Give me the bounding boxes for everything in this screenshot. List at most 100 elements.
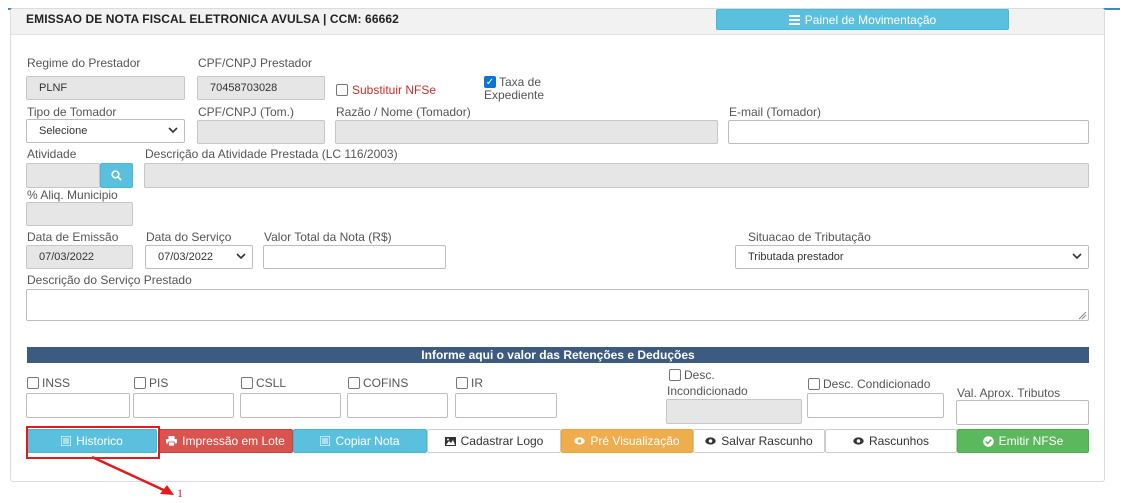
desc-incond-label-1: Desc. bbox=[684, 368, 715, 382]
cpf-prestador-label: CPF/CNPJ Prestador bbox=[198, 56, 313, 70]
inss-option[interactable]: INSS bbox=[27, 376, 70, 390]
val-aprox-label: Val. Aprox. Tributos bbox=[957, 386, 1061, 400]
inss-label: INSS bbox=[42, 376, 71, 390]
annotation-number: 1 bbox=[177, 486, 183, 500]
salvar-rascunho-button[interactable]: Salvar Rascunho bbox=[693, 429, 825, 453]
cadastrar-logo-button[interactable]: Cadastrar Logo bbox=[427, 429, 561, 453]
data-emissao-label: Data de Emissão bbox=[27, 230, 119, 244]
descricao-atividade-field[interactable] bbox=[144, 163, 1089, 188]
regime-value: PLNF bbox=[39, 82, 68, 94]
tipo-tomador-label: Tipo de Tomador bbox=[27, 105, 117, 119]
image-icon bbox=[444, 436, 456, 446]
desc-incond-label-2: Incondicionado bbox=[667, 384, 748, 398]
chevron-down-icon bbox=[1072, 251, 1082, 263]
chevron-down-icon bbox=[168, 125, 178, 137]
cofins-option[interactable]: COFINS bbox=[348, 376, 408, 390]
cofins-label: COFINS bbox=[363, 376, 409, 390]
retencoes-title: Informe aqui o valor das Retenções e Ded… bbox=[421, 348, 695, 362]
cpf-prestador-field[interactable]: 70458703028 bbox=[197, 76, 325, 100]
pis-field[interactable] bbox=[133, 393, 234, 418]
copiar-nota-button[interactable]: Copiar Nota bbox=[293, 429, 427, 453]
substituir-label: Substituir NFSe bbox=[352, 83, 437, 97]
atividade-label: Atividade bbox=[27, 147, 77, 161]
inss-field[interactable] bbox=[26, 393, 130, 418]
emitir-nfse-label: Emitir NFSe bbox=[998, 434, 1064, 448]
pis-label: PIS bbox=[149, 376, 169, 390]
cpf-tomador-field[interactable] bbox=[197, 120, 325, 144]
page-title: EMISSAO DE NOTA FISCAL ELETRONICA AVULSA… bbox=[26, 12, 399, 26]
data-servico-value: 07/03/2022 bbox=[158, 251, 214, 263]
data-emissao-value: 07/03/2022 bbox=[39, 251, 95, 263]
annotation-arrow-icon bbox=[91, 455, 174, 495]
ir-option[interactable]: IR bbox=[456, 376, 483, 390]
search-icon bbox=[111, 170, 122, 181]
situacao-value: Tributada prestador bbox=[748, 251, 844, 263]
email-field[interactable] bbox=[728, 120, 1089, 144]
resize-handle-icon[interactable] bbox=[1078, 309, 1087, 323]
tipo-tomador-select[interactable]: Selecione bbox=[26, 119, 185, 143]
aliq-label: % Aliq. Municipio bbox=[27, 188, 118, 202]
val-aprox-field[interactable] bbox=[956, 400, 1089, 425]
csll-option[interactable]: CSLL bbox=[241, 376, 286, 390]
pre-visualizacao-label: Pré Visualização bbox=[590, 434, 680, 448]
taxa-label-2: Expediente bbox=[484, 88, 545, 102]
taxa-checkbox-checked[interactable]: ✓ bbox=[484, 76, 496, 88]
copiar-nota-label: Copiar Nota bbox=[335, 434, 400, 448]
email-label: E-mail (Tomador) bbox=[729, 105, 822, 119]
atividade-search-button[interactable] bbox=[100, 163, 133, 188]
razao-label: Razão / Nome (Tomador) bbox=[336, 105, 471, 119]
substituir-checkbox[interactable] bbox=[336, 84, 348, 96]
csll-checkbox[interactable] bbox=[241, 377, 253, 389]
desc-incondicionado-checkbox[interactable] bbox=[669, 369, 681, 381]
rascunhos-button[interactable]: Rascunhos bbox=[825, 429, 957, 453]
cofins-checkbox[interactable] bbox=[348, 377, 360, 389]
cofins-field[interactable] bbox=[347, 393, 448, 418]
cpf-prestador-value: 70458703028 bbox=[210, 82, 278, 94]
ir-checkbox[interactable] bbox=[456, 377, 468, 389]
desc-incondicionado-field[interactable] bbox=[666, 399, 802, 424]
eye-icon bbox=[853, 437, 864, 445]
impressao-lote-label: Impressão em Lote bbox=[182, 434, 285, 448]
situacao-label: Situacao de Tributação bbox=[748, 230, 871, 244]
pis-option[interactable]: PIS bbox=[134, 376, 168, 390]
csll-field[interactable] bbox=[240, 393, 341, 418]
eye-icon bbox=[705, 437, 716, 445]
list-icon bbox=[788, 14, 800, 25]
tipo-tomador-value: Selecione bbox=[39, 125, 88, 137]
valor-total-label: Valor Total da Nota (R$) bbox=[264, 230, 392, 244]
situacao-select[interactable]: Tributada prestador bbox=[735, 245, 1089, 269]
emitir-nfse-button[interactable]: Emitir NFSe bbox=[957, 429, 1089, 453]
regime-label: Regime do Prestador bbox=[27, 56, 141, 70]
painel-movimentacao-button[interactable]: Painel de Movimentação bbox=[716, 9, 1009, 30]
pis-checkbox[interactable] bbox=[134, 377, 146, 389]
data-servico-select[interactable]: 07/03/2022 bbox=[145, 245, 253, 269]
ir-field[interactable] bbox=[455, 393, 557, 418]
ir-label: IR bbox=[471, 376, 483, 390]
retencoes-header: Informe aqui o valor das Retenções e Ded… bbox=[27, 347, 1089, 363]
valor-total-field[interactable] bbox=[263, 245, 446, 269]
chevron-down-icon bbox=[236, 251, 246, 263]
desc-condicionado-label: Desc. Condicionado bbox=[823, 377, 931, 391]
razao-field[interactable] bbox=[335, 120, 718, 144]
atividade-field[interactable] bbox=[26, 163, 100, 188]
data-emissao-field[interactable]: 07/03/2022 bbox=[26, 245, 133, 269]
taxa-label-1: Taxa de bbox=[499, 75, 542, 89]
check-circle-icon bbox=[982, 435, 994, 447]
substituir-nfse-option[interactable]: Substituir NFSe bbox=[336, 83, 436, 97]
csll-label: CSLL bbox=[256, 376, 287, 390]
aliq-field[interactable] bbox=[26, 202, 133, 226]
descricao-servico-textarea[interactable] bbox=[26, 289, 1089, 321]
desc-condicionado-field[interactable] bbox=[807, 393, 944, 418]
print-icon bbox=[166, 436, 178, 446]
pre-visualizacao-button[interactable]: Pré Visualização bbox=[561, 429, 693, 453]
painel-movimentacao-label: Painel de Movimentação bbox=[804, 12, 937, 27]
cadastrar-logo-label: Cadastrar Logo bbox=[460, 434, 544, 448]
impressao-lote-button[interactable]: Impressão em Lote bbox=[158, 429, 293, 453]
desc-condicionado-option[interactable]: Desc. Condicionado bbox=[808, 377, 930, 391]
regime-field[interactable]: PLNF bbox=[26, 76, 185, 100]
salvar-rascunho-label: Salvar Rascunho bbox=[721, 434, 813, 448]
desc-condicionado-checkbox[interactable] bbox=[808, 378, 820, 390]
rascunhos-label: Rascunhos bbox=[868, 434, 930, 448]
inss-checkbox[interactable] bbox=[27, 377, 39, 389]
descricao-atividade-label: Descrição da Atividade Prestada (LC 116/… bbox=[145, 147, 398, 161]
